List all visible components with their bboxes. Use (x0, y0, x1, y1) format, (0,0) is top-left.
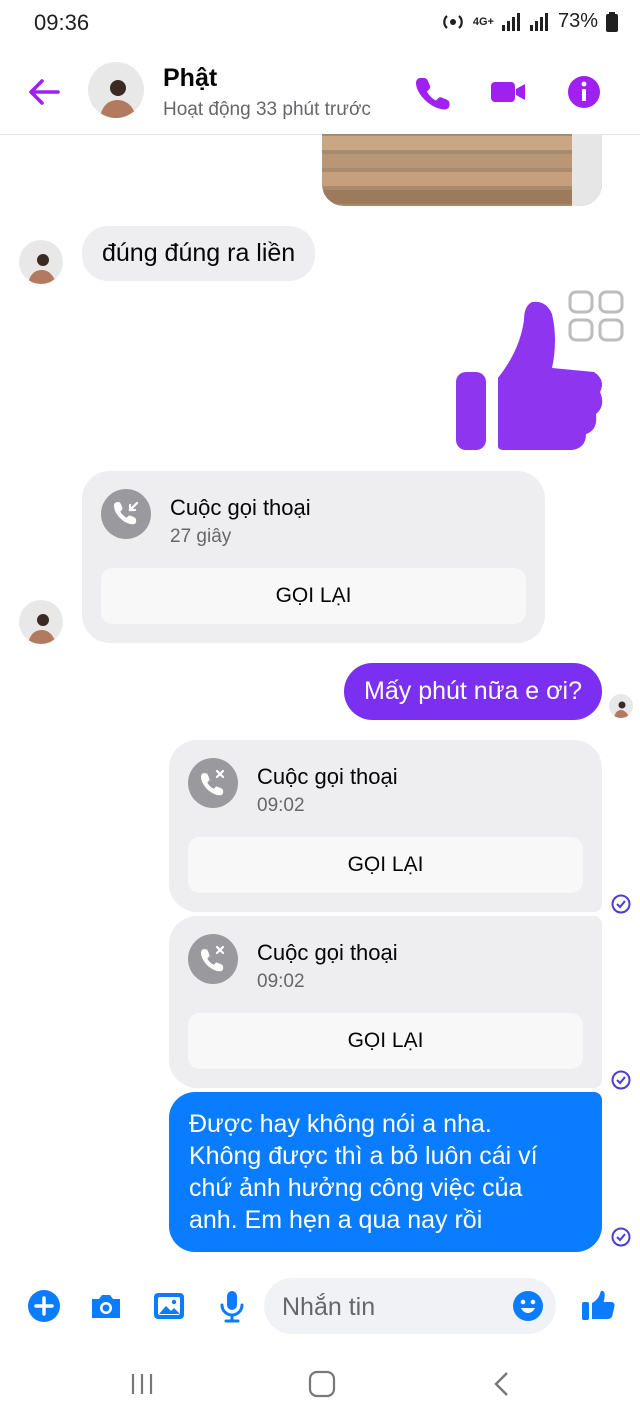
phone-icon[interactable] (415, 74, 451, 110)
info-icon[interactable] (566, 74, 602, 110)
plus-icon[interactable] (26, 1288, 62, 1324)
sent-check-icon (611, 1070, 631, 1090)
call-card-outgoing: Cuộc gọi thoại 09:02 GỌI LẠI (169, 916, 602, 1088)
video-camera-icon[interactable] (490, 74, 526, 110)
message-line: chứ ảnh hưởng công việc của (189, 1174, 523, 1202)
call-missed-icon (188, 934, 238, 984)
call-duration: 27 giây (170, 526, 232, 547)
conversation-header: Phật Hoạt động 33 phút trước (0, 50, 640, 135)
message-line: Không được thì a bỏ luôn cái ví (189, 1142, 538, 1170)
message-line: Được hay không nói a nha. (189, 1110, 492, 1138)
battery-percent: 73% (557, 10, 598, 32)
incoming-message[interactable]: đúng đúng ra liền (82, 226, 316, 281)
call-missed-icon (188, 758, 238, 808)
call-received-icon (101, 489, 151, 539)
outgoing-message[interactable]: Mấy phút nữa e ơi? (344, 663, 602, 720)
message-input[interactable]: Nhắn tin (264, 1278, 556, 1334)
sent-check-icon (611, 894, 631, 914)
sent-check-icon (611, 1227, 631, 1247)
seen-avatar (609, 694, 633, 718)
call-title: Cuộc gọi thoại (170, 495, 311, 520)
back-nav-icon[interactable] (486, 1368, 518, 1400)
status-time: 09:36 (34, 10, 90, 35)
like-icon[interactable] (581, 1286, 617, 1322)
signal-icon-2 (529, 12, 548, 31)
home-icon[interactable] (306, 1368, 338, 1400)
call-back-button[interactable]: GỌI LẠI (188, 1013, 583, 1069)
call-back-button[interactable]: GỌI LẠI (101, 568, 526, 624)
call-time: 09:02 (257, 795, 305, 816)
camera-icon[interactable] (88, 1288, 124, 1324)
gallery-icon[interactable] (151, 1288, 187, 1324)
recent-apps-icon[interactable] (126, 1368, 158, 1400)
message-input-placeholder: Nhắn tin (282, 1293, 376, 1321)
hotspot-icon (443, 14, 463, 29)
signal-icon (501, 12, 520, 31)
avatar (19, 600, 63, 644)
call-card-outgoing: Cuộc gọi thoại 09:02 GỌI LẠI (169, 740, 602, 912)
call-card-incoming: Cuộc gọi thoại 27 giây GỌI LẠI (82, 471, 545, 643)
call-back-button[interactable]: GỌI LẠI (188, 837, 583, 893)
battery-icon (606, 11, 618, 32)
contact-name[interactable]: Phật (163, 64, 217, 93)
activity-status: Hoạt động 33 phút trước (163, 99, 371, 120)
microphone-icon[interactable] (214, 1288, 250, 1324)
call-title: Cuộc gọi thoại (257, 764, 398, 789)
avatar (19, 240, 63, 284)
network-type: 4G+ (472, 15, 494, 28)
status-icons: 4G+ 73% (441, 10, 618, 33)
shared-photo[interactable] (322, 134, 602, 206)
call-time: 09:02 (257, 971, 305, 992)
message-line: anh. Em hẹn a qua nay rồi (189, 1206, 483, 1234)
grid-icon (568, 290, 624, 342)
back-arrow-icon[interactable] (24, 72, 64, 112)
contact-avatar[interactable] (88, 62, 144, 118)
call-title: Cuộc gọi thoại (257, 940, 398, 965)
reaction-overlay[interactable] (556, 276, 640, 360)
emoji-icon[interactable] (512, 1290, 544, 1322)
outgoing-message-long[interactable]: Được hay không nói a nha. Không được thì… (169, 1092, 602, 1252)
